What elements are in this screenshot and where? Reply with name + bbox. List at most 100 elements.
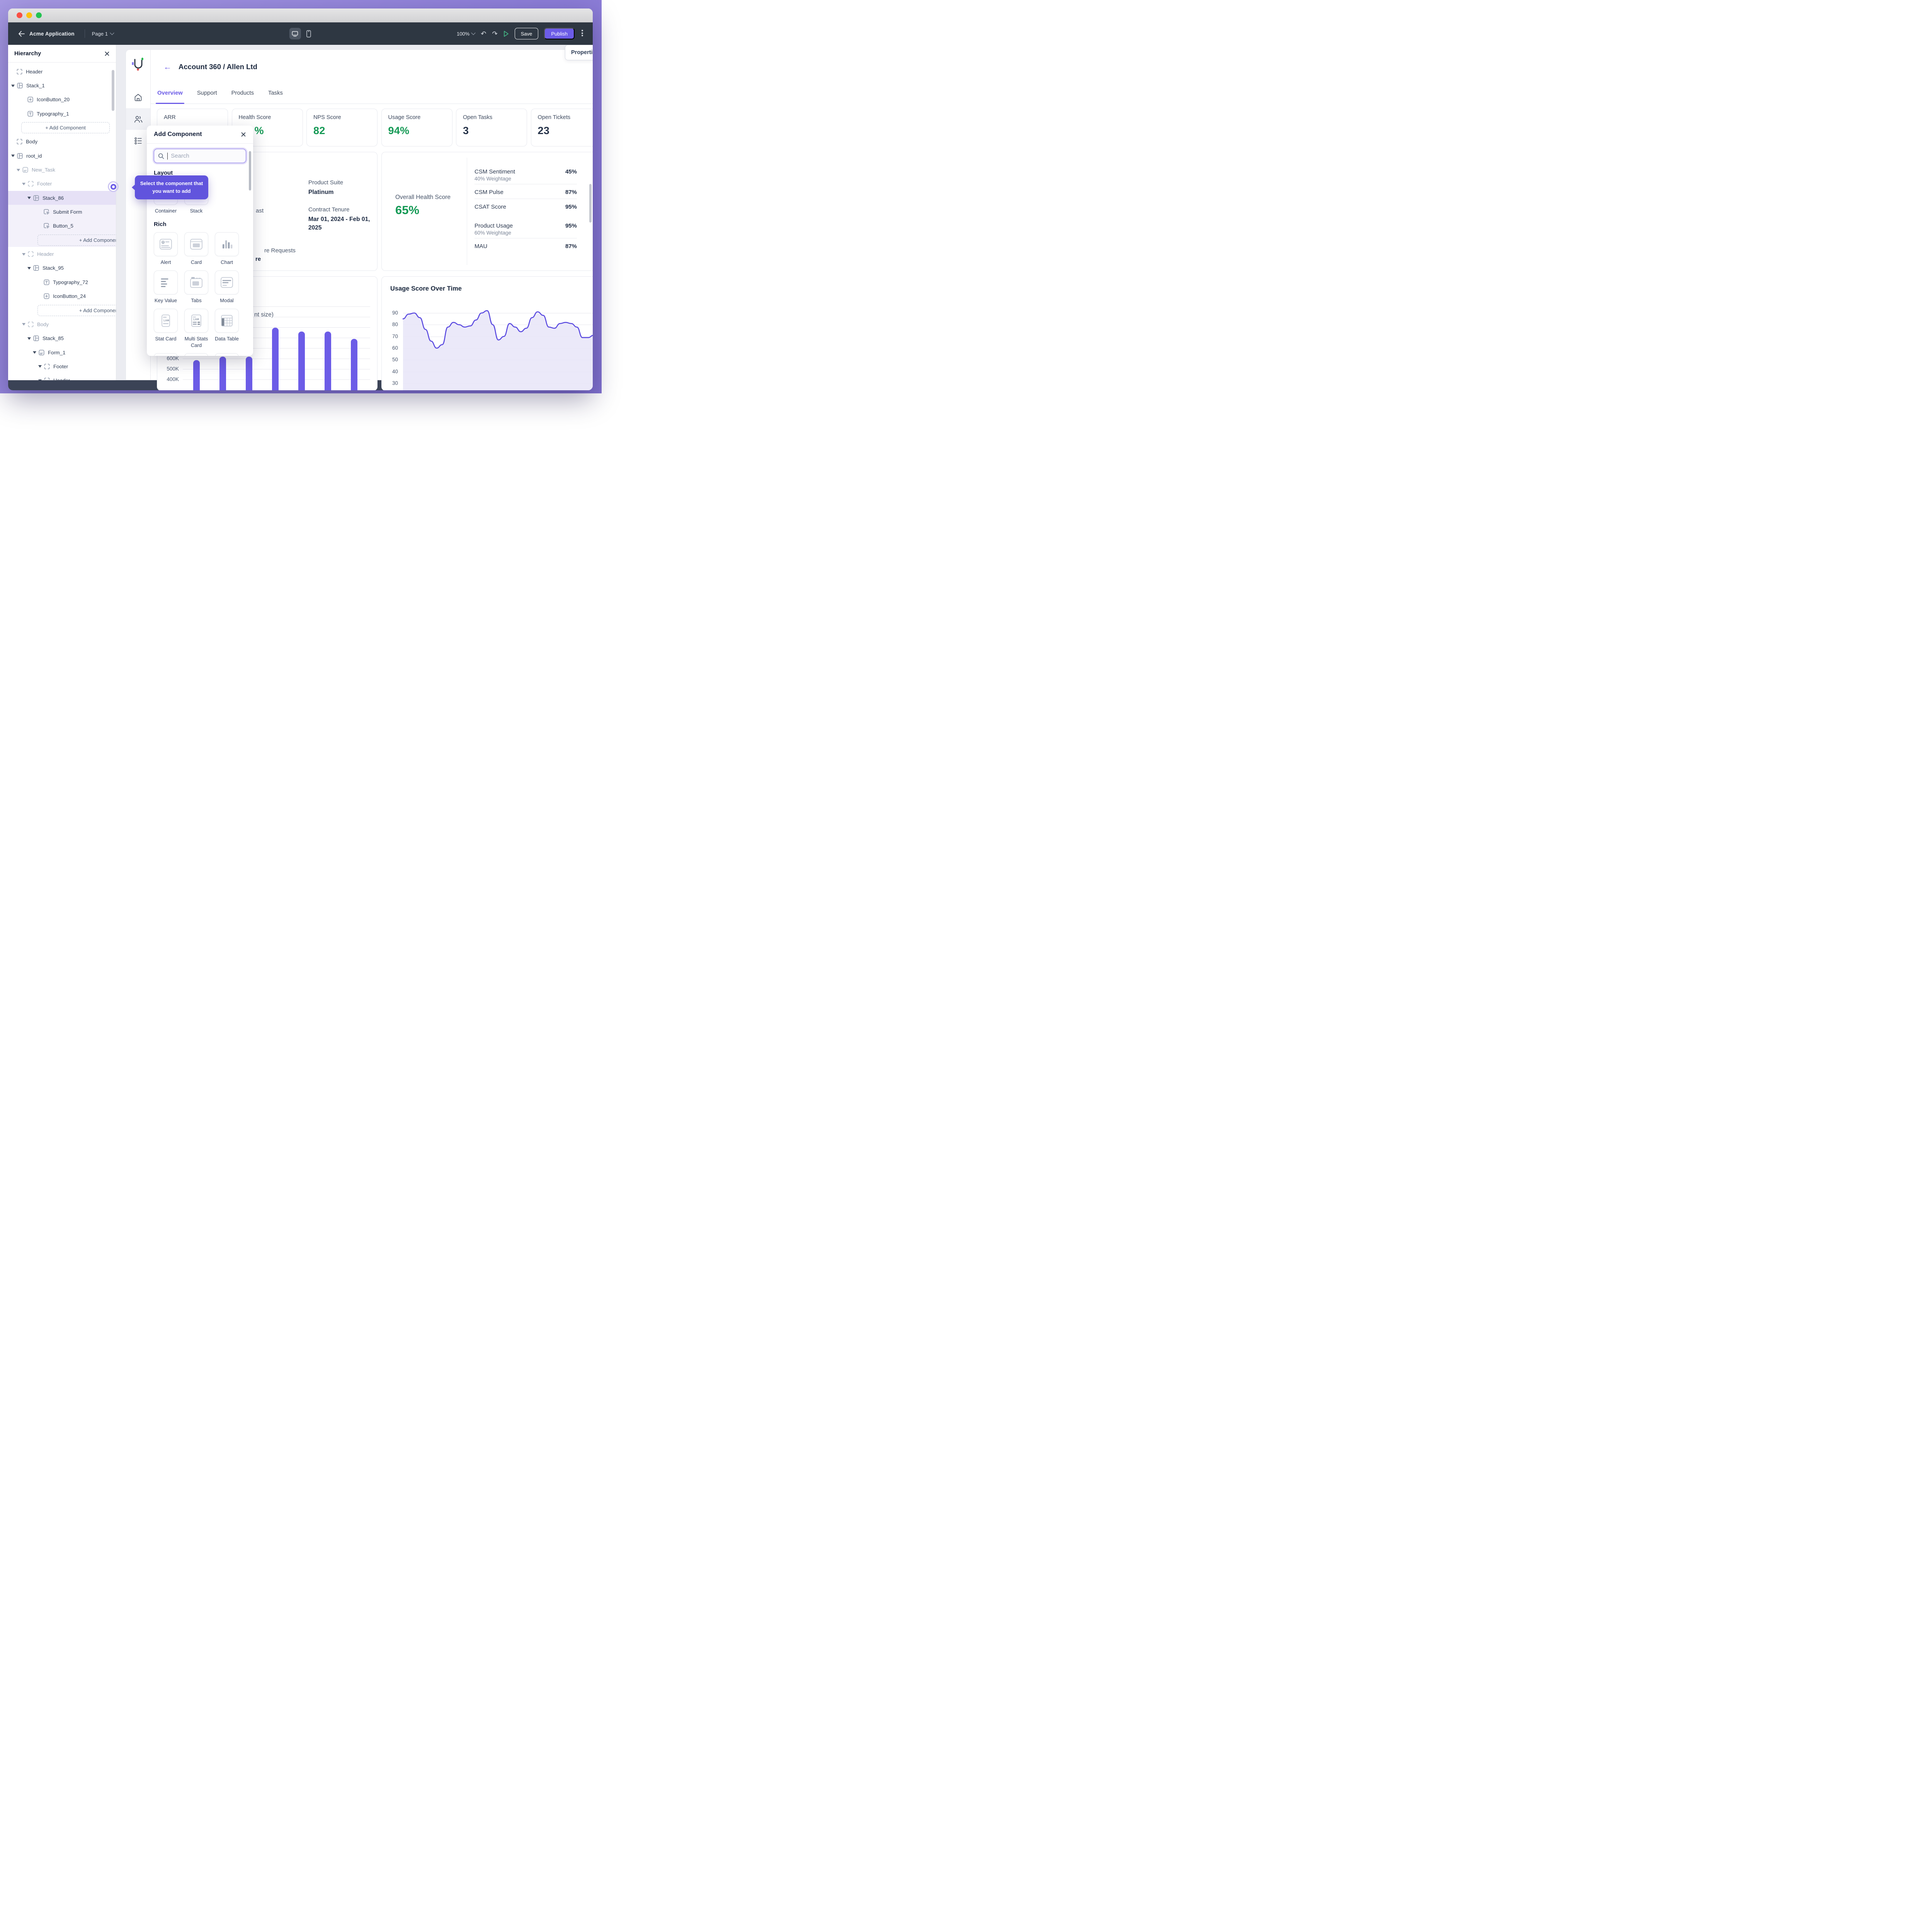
hierarchy-node-iconbutton-20[interactable]: IconButton_20 bbox=[8, 93, 116, 107]
caret-down-icon[interactable] bbox=[33, 351, 36, 354]
add-component-placeholder[interactable]: + Add Component bbox=[8, 233, 116, 247]
canvas-scrollbar[interactable] bbox=[589, 184, 592, 223]
hierarchy-node-footer[interactable]: Footer bbox=[8, 177, 116, 191]
hierarchy-node-iconbutton-24[interactable]: IconButton_24 bbox=[8, 289, 116, 303]
more-options-icon[interactable]: ••• bbox=[580, 30, 584, 37]
component-tile-label: Card bbox=[181, 259, 211, 266]
builder-toolbar: Acme Application Page 1 bbox=[8, 22, 593, 45]
hierarchy-node-header[interactable]: Header bbox=[8, 247, 116, 261]
page-selector[interactable]: Page 1 bbox=[92, 31, 114, 37]
hierarchy-node-form-1[interactable]: Form_1 bbox=[8, 345, 116, 359]
caret-down-icon[interactable] bbox=[38, 379, 42, 380]
mobile-view-toggle[interactable] bbox=[306, 30, 311, 37]
caret-down-icon[interactable] bbox=[27, 267, 31, 269]
hierarchy-node-body[interactable]: Body bbox=[8, 317, 116, 331]
dashboard-back-icon[interactable]: ← bbox=[163, 63, 172, 71]
component-tile-alert[interactable]: Alert bbox=[154, 232, 178, 266]
caret-down-icon[interactable] bbox=[27, 337, 31, 340]
frame-node-icon bbox=[17, 139, 22, 145]
component-tile-label: Data Table bbox=[212, 336, 242, 342]
node-label: Typography_1 bbox=[37, 111, 69, 117]
modal-scrollbar[interactable] bbox=[249, 151, 251, 190]
tab-tasks[interactable]: Tasks bbox=[268, 90, 283, 104]
caret-down-icon[interactable] bbox=[38, 365, 42, 367]
component-tile-multi-stats-card[interactable]: 1,000 Multi Stats Card bbox=[184, 309, 208, 349]
component-tile-label: Container bbox=[151, 208, 181, 214]
health-row-csat-score: CSAT Score 95% bbox=[474, 201, 577, 212]
add-component-placeholder[interactable]: + Add Component bbox=[8, 303, 116, 317]
component-tile-modal[interactable]: Modal bbox=[215, 270, 239, 304]
form-node-icon bbox=[22, 167, 28, 173]
hierarchy-node-stack-1[interactable]: Stack_1 bbox=[8, 78, 116, 92]
hierarchy-scrollbar[interactable] bbox=[112, 70, 114, 111]
health-metric-value: 87% bbox=[565, 189, 577, 196]
node-label: Body bbox=[26, 139, 37, 145]
hierarchy-node-new-task[interactable]: New_Task bbox=[8, 163, 116, 177]
undo-icon[interactable]: ↶ bbox=[481, 31, 486, 37]
component-tile-key-value[interactable]: Key Value bbox=[154, 270, 178, 304]
hierarchy-node-root-id[interactable]: root_id bbox=[8, 149, 116, 163]
caret-down-icon[interactable] bbox=[11, 85, 15, 87]
form-node-icon bbox=[39, 350, 44, 355]
component-tile-partial[interactable] bbox=[154, 353, 178, 356]
datatable-icon bbox=[220, 314, 234, 328]
caret-down-icon[interactable] bbox=[22, 253, 26, 255]
component-tile-partial[interactable] bbox=[184, 353, 208, 356]
caret-down-icon[interactable] bbox=[22, 323, 26, 325]
tab-overview[interactable]: Overview bbox=[157, 90, 183, 104]
save-button[interactable]: Save bbox=[515, 28, 539, 39]
health-metrics-list: CSM Sentiment 45%40% WeightageCSM Pulse … bbox=[474, 166, 577, 251]
node-label: Stack_85 bbox=[43, 335, 64, 341]
back-icon[interactable] bbox=[18, 31, 25, 37]
metric-card-nps-score: NPS Score 82 bbox=[306, 109, 378, 146]
rail-item-accounts[interactable] bbox=[126, 108, 150, 130]
zoom-window-button[interactable] bbox=[36, 12, 42, 18]
component-tile-chart[interactable]: Chart bbox=[215, 232, 239, 266]
minimize-window-button[interactable] bbox=[26, 12, 32, 18]
modal-close-icon[interactable] bbox=[241, 132, 246, 137]
stack-node-icon bbox=[33, 335, 39, 341]
hierarchy-node-header[interactable]: Header bbox=[8, 65, 116, 78]
caret-down-icon[interactable] bbox=[22, 183, 26, 185]
caret-down-icon[interactable] bbox=[11, 155, 15, 157]
component-tile-data-table[interactable]: Data Table bbox=[215, 309, 239, 349]
component-tile-partial[interactable] bbox=[215, 353, 239, 356]
publish-button[interactable]: Publish bbox=[544, 28, 575, 39]
hierarchy-node-stack-85[interactable]: Stack_85 bbox=[8, 332, 116, 345]
text-node-icon bbox=[44, 279, 49, 285]
caret-down-icon[interactable] bbox=[17, 169, 20, 171]
metric-value: 94% bbox=[388, 125, 446, 137]
component-grid-rich: Alert Card Chart Key Value Tabs Modal 1,0… bbox=[154, 232, 247, 349]
hierarchy-node-typography-72[interactable]: Typography_72 bbox=[8, 275, 116, 289]
frame-node-icon bbox=[28, 251, 34, 257]
tab-support[interactable]: Support bbox=[197, 90, 217, 104]
close-hierarchy-icon[interactable] bbox=[104, 51, 110, 56]
properties-panel-fragment[interactable]: Properti bbox=[565, 45, 593, 60]
component-search-input[interactable]: Search bbox=[154, 149, 246, 163]
redo-icon[interactable]: ↷ bbox=[492, 31, 497, 37]
hierarchy-node-button-5[interactable]: Button_5 bbox=[8, 219, 116, 233]
component-tile-stat-card[interactable]: 1,000 Stat Card bbox=[154, 309, 178, 349]
hierarchy-node-stack-86[interactable]: Stack_86 bbox=[8, 191, 116, 205]
rail-item-home[interactable] bbox=[126, 87, 150, 108]
caret-down-icon[interactable] bbox=[27, 197, 31, 199]
component-tile-tabs[interactable]: Tabs bbox=[184, 270, 208, 304]
click-node-icon bbox=[44, 223, 49, 229]
hierarchy-node-submit-form[interactable]: Submit Form bbox=[8, 205, 116, 219]
hierarchy-node-body[interactable]: Body bbox=[8, 135, 116, 149]
add-component-placeholder[interactable]: + Add Component bbox=[8, 121, 116, 134]
hierarchy-node-stack-95[interactable]: Stack_95 bbox=[8, 261, 116, 275]
hierarchy-node-footer[interactable]: Footer bbox=[8, 359, 116, 373]
hierarchy-node-typography-1[interactable]: Typography_1 bbox=[8, 107, 116, 121]
run-play-icon[interactable] bbox=[503, 31, 509, 37]
component-tile-card[interactable]: Card bbox=[184, 232, 208, 266]
zoom-selector[interactable]: 100% bbox=[457, 31, 475, 37]
tab-products[interactable]: Products bbox=[231, 90, 254, 104]
health-metric-value: 95% bbox=[565, 223, 577, 229]
chevron-down-icon bbox=[471, 31, 476, 35]
search-placeholder: Search bbox=[171, 153, 189, 159]
metric-label: ARR bbox=[164, 114, 221, 121]
close-window-button[interactable] bbox=[17, 12, 22, 18]
desktop-view-toggle[interactable] bbox=[289, 28, 301, 39]
hierarchy-node-header[interactable]: Header bbox=[8, 374, 116, 380]
